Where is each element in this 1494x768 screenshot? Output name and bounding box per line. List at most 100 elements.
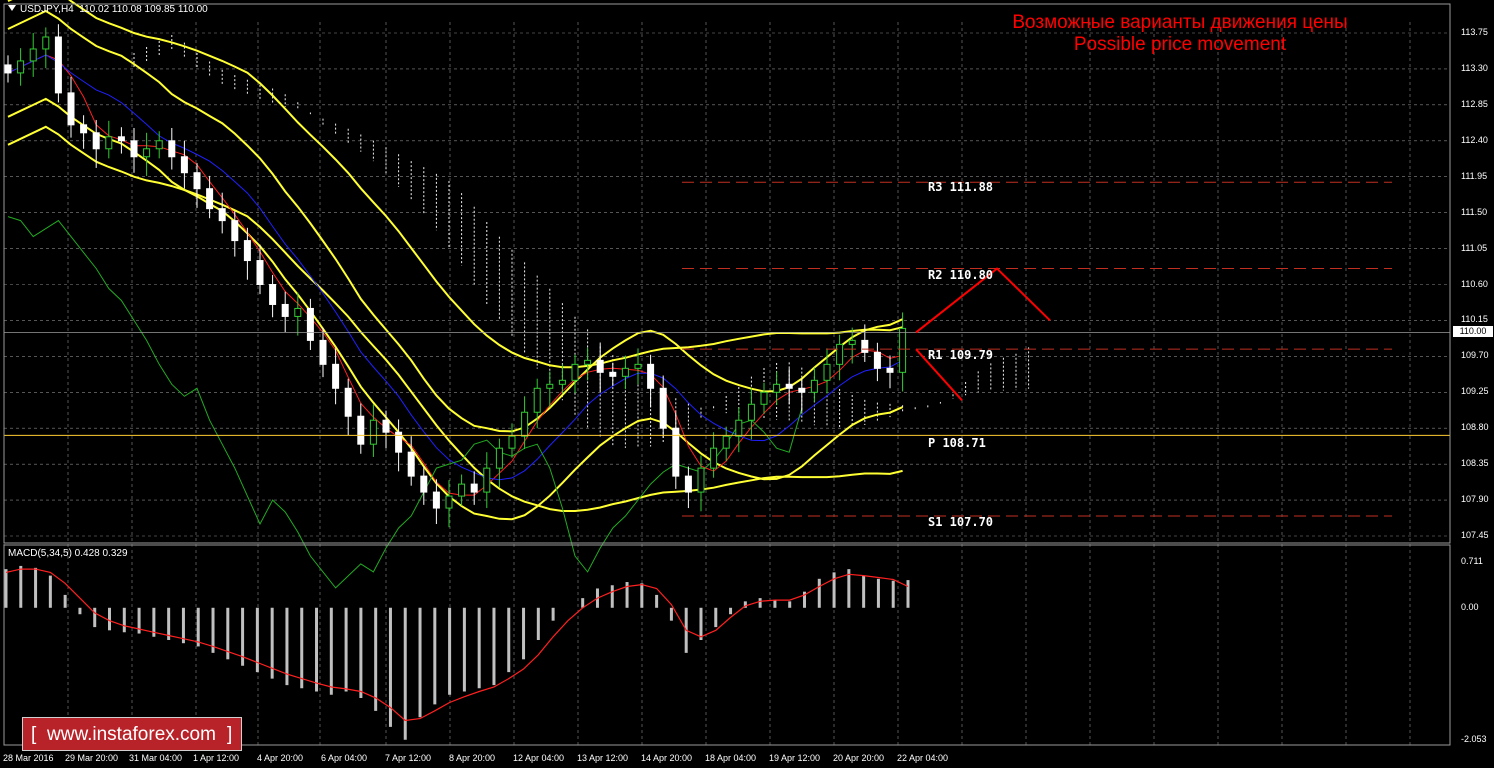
macd-label: MACD(5,34,5) 0.428 0.329 (8, 548, 128, 559)
time-tick-label: 14 Apr 20:00 (641, 753, 693, 763)
price-tick-label: 111.05 (1461, 242, 1488, 253)
forecast-arrows (915, 267, 1051, 401)
candle-body (269, 284, 277, 305)
current-price-tag: 110.00 (1453, 326, 1493, 337)
symbol-info-text: USDJPY,H4 110.02 110.08 109.85 110.00 (20, 4, 208, 15)
time-tick-label: 28 Mar 2016 (3, 753, 54, 763)
candle-body (344, 387, 352, 417)
time-tick-label: 29 Mar 20:00 (65, 753, 119, 763)
price-tick-label: 113.30 (1461, 62, 1488, 73)
candle-body (193, 172, 201, 190)
symbol-info[interactable]: USDJPY,H4 110.02 110.08 109.85 110.00 (8, 4, 208, 15)
candle-body (659, 387, 667, 429)
candle-body (495, 447, 503, 469)
time-tick-label: 1 Apr 12:00 (193, 753, 240, 763)
price-tick-label: 111.50 (1461, 206, 1488, 217)
candle-body (218, 208, 226, 222)
candle-body (42, 36, 50, 50)
candle-body (647, 363, 655, 389)
candle-body (621, 367, 629, 377)
price-tick-label: 107.90 (1461, 494, 1489, 505)
candle-body (899, 327, 907, 373)
candle-body (571, 363, 579, 381)
candle-body (521, 411, 529, 437)
level-label-r3: R3 111.88 (928, 180, 994, 194)
candle-body (332, 363, 340, 389)
price-tick-label: 108.80 (1461, 422, 1489, 433)
candle-body (17, 60, 25, 74)
price-tick-label: 110.60 (1461, 278, 1488, 289)
time-tick-label: 8 Apr 20:00 (449, 753, 496, 763)
dropdown-triangle-icon[interactable] (8, 5, 16, 11)
candle-body (722, 435, 730, 449)
bollinger-upper (7, 9, 904, 433)
time-tick-label: 22 Apr 04:00 (897, 753, 949, 763)
price-tick-label: 113.75 (1461, 27, 1488, 37)
candle-body (483, 467, 491, 493)
watermark-text: www.instaforex.com (47, 724, 216, 745)
candle-body (231, 220, 239, 242)
bollinger-outer-upper (7, 0, 903, 369)
time-tick-label: 4 Apr 20:00 (257, 753, 304, 763)
candle-body (432, 491, 440, 509)
candle-body (92, 132, 100, 150)
time-tick-label: 6 Apr 04:00 (321, 753, 368, 763)
candle-body (634, 363, 642, 369)
level-label-r2: R2 110.80 (928, 268, 994, 282)
candle-body (810, 379, 818, 393)
price-tick-label: 109.25 (1461, 386, 1489, 397)
candle-body (281, 303, 289, 317)
candle-body (533, 387, 541, 413)
candle-body (54, 36, 62, 94)
candle-body (596, 359, 604, 373)
price-tick-label: 112.40 (1461, 134, 1488, 145)
candle-body (67, 92, 75, 126)
candle-body (546, 383, 554, 389)
candle-body (760, 391, 768, 405)
candle-body (4, 64, 12, 74)
price-tick-label: 110.15 (1461, 314, 1488, 325)
candle-body (130, 140, 138, 158)
macd-tick-label: 0.00 (1461, 601, 1479, 612)
macd-tick-label: -2.053 (1461, 734, 1487, 744)
candle-body (319, 339, 327, 365)
bollinger-lower (7, 97, 904, 521)
macd-panel-border (3, 544, 1451, 746)
candle-body (836, 343, 844, 365)
candle-body (773, 383, 781, 393)
price-tick-label: 111.95 (1461, 170, 1488, 181)
candle-body (117, 136, 125, 142)
candle-body (873, 351, 881, 369)
time-tick-label: 12 Apr 04:00 (513, 753, 565, 763)
candle-body (369, 419, 377, 445)
candle-body (256, 260, 264, 285)
candle-body (684, 475, 692, 493)
price-tick-label: 112.85 (1461, 98, 1488, 109)
candle-body (848, 339, 856, 345)
candle-body (508, 435, 516, 449)
candle-body (710, 447, 718, 469)
candle-body (407, 451, 415, 477)
title-ru: Возможные варианты движения цены (1012, 12, 1348, 33)
candle-body (306, 307, 314, 341)
time-tick-label: 20 Apr 20:00 (833, 753, 885, 763)
level-label-p: P 108.71 (928, 436, 986, 450)
price-tick-label: 109.70 (1461, 350, 1489, 361)
candle-body (558, 379, 566, 385)
time-tick-label: 19 Apr 12:00 (769, 753, 821, 763)
time-tick-label: 13 Apr 12:00 (577, 753, 629, 763)
candles (4, 24, 907, 528)
candle-body (105, 136, 113, 150)
candle-body (143, 148, 151, 158)
candle-body (470, 483, 478, 493)
candle-body (861, 339, 869, 353)
bollinger-outer-lower (7, 125, 903, 512)
price-chart[interactable] (0, 0, 1494, 768)
watermark[interactable]: [ www.instaforex.com ] (22, 717, 242, 751)
title-en: Possible price movement (1073, 34, 1287, 55)
candle-body (206, 188, 214, 210)
candle-body (80, 124, 88, 134)
candle-body (382, 419, 390, 433)
candle-body (823, 363, 831, 381)
grid (3, 22, 1450, 745)
